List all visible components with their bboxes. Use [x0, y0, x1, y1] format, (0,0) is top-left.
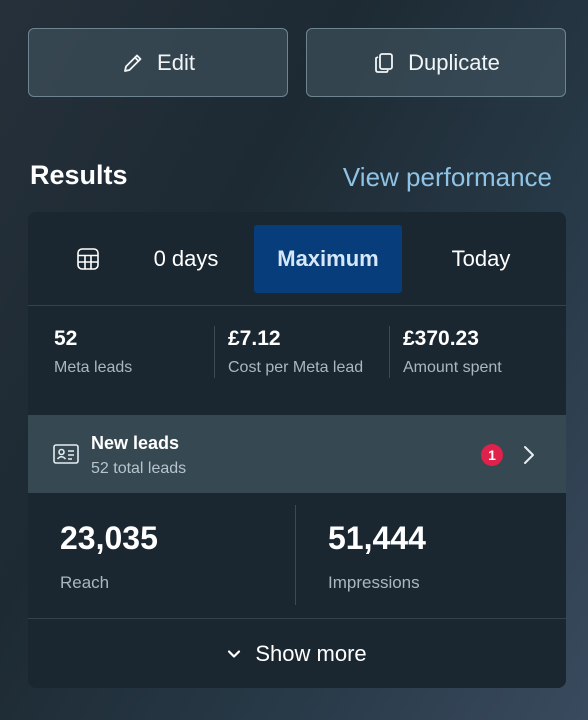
results-header: Results View performance — [30, 158, 552, 198]
calendar-icon[interactable] — [76, 247, 100, 271]
stat-value: 23,035 — [60, 520, 158, 556]
stat-reach: 23,035 Reach — [60, 520, 158, 593]
range-option-0-days[interactable]: 0 days — [118, 225, 254, 293]
edit-label: Edit — [157, 49, 195, 75]
edit-button[interactable]: Edit — [28, 28, 288, 97]
new-leads-row[interactable]: New leads 52 total leads 1 — [28, 415, 566, 493]
results-card: 0 days Maximum Today 52 Meta leads £7.12… — [28, 212, 566, 688]
new-leads-subtitle: 52 total leads — [91, 460, 187, 477]
metric-label: Meta leads — [54, 359, 133, 376]
metric-label: Amount spent — [403, 359, 502, 376]
show-more-button[interactable]: Show more — [28, 618, 566, 688]
view-performance-link[interactable]: View performance — [343, 162, 552, 193]
stat-label: Reach — [60, 573, 110, 592]
metric-label: Cost per Meta lead — [228, 359, 364, 376]
metric-value: 52 — [54, 327, 78, 350]
divider — [389, 326, 390, 378]
pencil-icon — [124, 54, 142, 72]
duplicate-button[interactable]: Duplicate — [306, 28, 566, 97]
metric-amount-spent: £370.23 Amount spent — [403, 327, 502, 377]
reach-stats: 23,035 Reach 51,444 Impressions — [28, 493, 566, 619]
action-buttons: Edit Duplicate — [28, 28, 566, 97]
metric-value: £370.23 — [403, 327, 479, 350]
metric-cost-per-lead: £7.12 Cost per Meta lead — [228, 327, 363, 377]
range-option-today[interactable]: Today — [408, 225, 554, 293]
contact-card-icon — [53, 444, 79, 464]
show-more-label: Show more — [255, 640, 367, 666]
chevron-right-icon — [524, 446, 534, 464]
stat-value: 51,444 — [328, 520, 426, 556]
divider — [214, 326, 215, 378]
summary-metrics: 52 Meta leads £7.12 Cost per Meta lead £… — [28, 307, 566, 415]
duplicate-label: Duplicate — [408, 49, 500, 75]
stat-label: Impressions — [328, 573, 420, 592]
metric-meta-leads: 52 Meta leads — [54, 327, 132, 377]
chevron-down-icon — [228, 649, 241, 658]
range-option-maximum[interactable]: Maximum — [254, 225, 402, 293]
metric-value: £7.12 — [228, 327, 281, 350]
date-range-selector: 0 days Maximum Today — [28, 212, 566, 306]
stat-impressions: 51,444 Impressions — [328, 520, 426, 593]
notification-badge: 1 — [481, 444, 503, 466]
new-leads-title: New leads — [91, 433, 180, 453]
results-title: Results — [30, 160, 128, 190]
divider — [295, 505, 296, 605]
duplicate-icon — [375, 52, 394, 73]
